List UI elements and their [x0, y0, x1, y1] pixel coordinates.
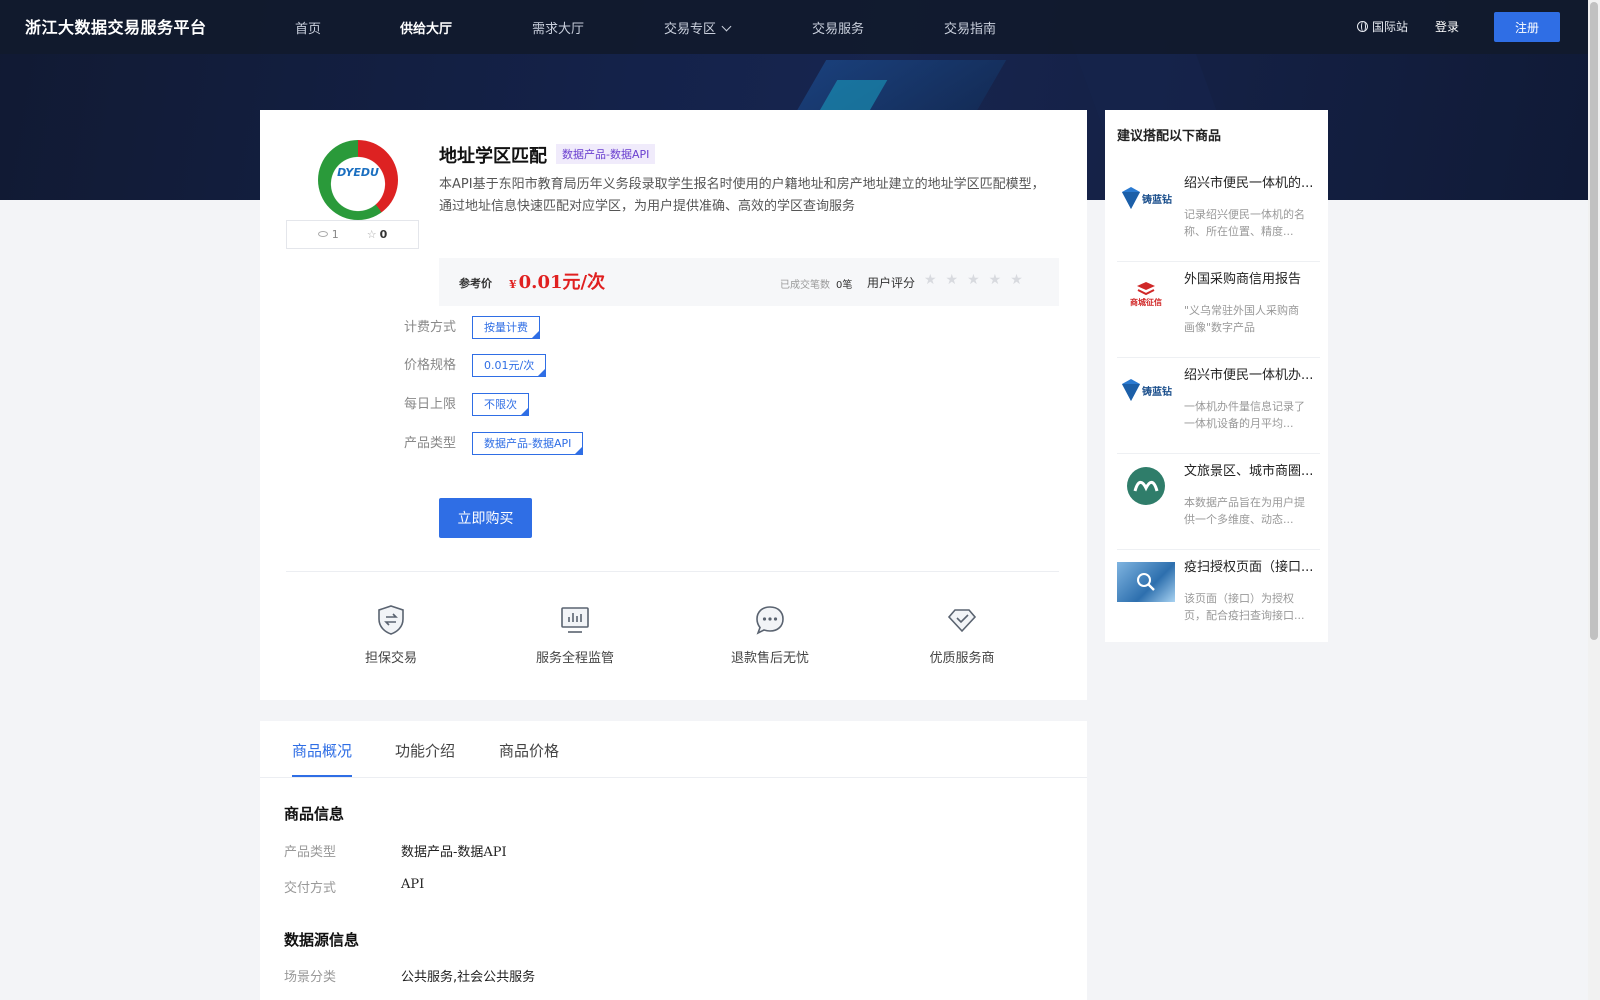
recommend-item-desc: 本数据产品旨在为用户提供一个多维度、动态... — [1184, 496, 1305, 526]
feature-refund-label: 退款售后无忧 — [730, 651, 809, 666]
diamond-logo-icon — [1122, 379, 1140, 401]
recommend-thumb-logo: 铸蓝钻 — [1117, 370, 1175, 410]
monitor-chart-icon — [561, 607, 589, 633]
feature-supervision: 服务全程监管 — [520, 603, 630, 666]
section-product-info-title: 商品信息 — [284, 805, 345, 823]
product-details-panel: 商品概况 功能介绍 商品价格 商品信息 产品类型 数据产品-数据API 交付方式… — [260, 721, 1087, 1000]
info-value-product-type: 数据产品-数据API — [401, 845, 507, 860]
chat-bubble-icon — [756, 606, 784, 635]
recommend-item-desc: "义乌常驻外国人采购商画像"数字产品 — [1184, 304, 1300, 334]
rating-stars[interactable]: ★★★★★ — [924, 272, 1032, 288]
view-count-value: 1 — [331, 228, 339, 241]
eye-icon — [317, 231, 328, 237]
intl-site-label: 国际站 — [1372, 20, 1409, 34]
favorite-count-value: 0 — [379, 228, 388, 241]
feature-guarantee-label: 担保交易 — [364, 651, 417, 666]
shield-exchange-icon — [378, 605, 404, 635]
recommend-thumb-logo: 商城征信 — [1117, 274, 1175, 314]
chevron-down-icon — [721, 21, 732, 32]
globe-icon — [1357, 21, 1368, 32]
tourism-logo-icon — [1127, 467, 1165, 505]
product-type-tag: 数据产品-数据API — [556, 144, 656, 164]
spec-option-price[interactable]: 0.01元/次 — [472, 354, 547, 377]
view-count: 1 — [317, 228, 339, 241]
buy-now-button[interactable]: 立即购买 — [439, 498, 532, 538]
recommend-title: 建议搭配以下商品 — [1117, 129, 1222, 144]
nav-supply-hall[interactable]: 供给大厅 — [400, 18, 452, 37]
rating-label: 用户评分 — [867, 276, 916, 290]
spec-label-billing: 计费方式 — [404, 320, 457, 335]
info-key-scene: 场景分类 — [284, 970, 337, 985]
product-logo — [318, 140, 398, 220]
recommend-item-desc: 记录绍兴便民一体机的名称、所在位置、精度... — [1184, 208, 1305, 238]
section-data-source-title: 数据源信息 — [284, 931, 360, 949]
recommend-thumb-logo — [1117, 466, 1175, 506]
spec-option-product-type[interactable]: 数据产品-数据API — [472, 432, 584, 455]
price-amount: 0.01元/次 — [518, 272, 606, 293]
favorite-count[interactable]: ☆ 0 — [367, 228, 388, 241]
price-label: 参考价 — [459, 277, 492, 290]
price-value: ¥0.01元/次 — [509, 268, 605, 294]
spec-label-daily-limit: 每日上限 — [404, 397, 457, 412]
nav-home[interactable]: 首页 — [295, 18, 321, 37]
tab-pricing[interactable]: 商品价格 — [499, 740, 559, 775]
recommend-item-desc: 该页面（接口）为授权页，配合疫扫查询接口... — [1184, 592, 1305, 622]
product-card: DYEDU 1 ☆ 0 地址学区匹配 数据产品-数据API 本API基于东阳市教育… — [260, 110, 1087, 700]
nav-trade-service[interactable]: 交易服务 — [812, 18, 864, 37]
recommend-logo-text: 商城征信 — [1130, 297, 1162, 307]
product-logo-text: DYEDU — [337, 166, 379, 179]
login-link[interactable]: 登录 — [1435, 18, 1459, 35]
nav-trade-guide[interactable]: 交易指南 — [944, 18, 996, 37]
diamond-logo-icon — [1122, 187, 1140, 209]
magnifier-icon — [1137, 573, 1155, 591]
recommend-logo-text: 铸蓝钻 — [1142, 386, 1172, 398]
info-key-delivery: 交付方式 — [284, 881, 337, 896]
register-button[interactable]: 注册 — [1494, 12, 1560, 42]
price-bar: 参考价 ¥0.01元/次 已成交笔数 0笔 用户评分 ★★★★★ — [439, 258, 1059, 306]
diamond-check-icon — [947, 609, 977, 633]
product-stats: 1 ☆ 0 — [286, 220, 419, 249]
recommend-item[interactable]: 铸蓝钻 绍兴市便民一体机的... 记录绍兴便民一体机的名称、所在位置、精度... — [1117, 172, 1320, 262]
recommend-item-desc: 一体机办件量信息记录了一体机设备的月平均... — [1184, 400, 1305, 430]
recommend-item[interactable]: 文旅景区、城市商圈... 本数据产品旨在为用户提供一个多维度、动态... — [1117, 460, 1320, 550]
recommend-item[interactable]: 商城征信 外国采购商信用报告 "义乌常驻外国人采购商画像"数字产品 — [1117, 268, 1320, 358]
feature-supervision-label: 服务全程监管 — [535, 651, 614, 666]
brand-logo[interactable]: 浙江大数据交易服务平台 — [25, 14, 207, 38]
recommend-logo-text: 铸蓝钻 — [1142, 194, 1172, 206]
recommend-panel: 建议搭配以下商品 铸蓝钻 绍兴市便民一体机的... 记录绍兴便民一体机的名称、所… — [1105, 110, 1328, 642]
recommend-item[interactable]: 铸蓝钻 绍兴市便民一体机办... 一体机办件量信息记录了一体机设备的月平均... — [1117, 364, 1320, 454]
feature-guarantee: 担保交易 — [346, 603, 436, 666]
nav-trade-zone[interactable]: 交易专区 — [664, 18, 732, 37]
spec-label-product-type: 产品类型 — [404, 436, 457, 451]
star-outline-icon: ☆ — [366, 228, 377, 241]
divider — [286, 571, 1059, 572]
tab-overview[interactable]: 商品概况 — [292, 740, 353, 777]
tab-divider — [260, 777, 1087, 778]
nav-trade-zone-label: 交易专区 — [664, 22, 717, 37]
feature-refund: 退款售后无忧 — [715, 603, 825, 666]
spec-label-price: 价格规格 — [404, 358, 457, 373]
page-scrollbar[interactable] — [1588, 0, 1600, 1000]
currency-symbol: ¥ — [509, 278, 517, 291]
info-value-delivery: API — [401, 877, 425, 892]
nav-demand-hall[interactable]: 需求大厅 — [532, 18, 584, 37]
tab-features[interactable]: 功能介绍 — [395, 740, 455, 775]
intl-site-link[interactable]: 国际站 — [1357, 18, 1408, 35]
top-navigation: 浙江大数据交易服务平台 首页 供给大厅 需求大厅 交易专区 交易服务 交易指南 … — [0, 0, 1600, 54]
feature-quality: 优质服务商 — [912, 603, 1012, 666]
info-value-scene: 公共服务,社会公共服务 — [401, 970, 536, 985]
recommend-item[interactable]: 疫扫授权页面（接口... 该页面（接口）为授权页，配合疫扫查询接口... — [1117, 556, 1320, 646]
recommend-thumb-image — [1117, 562, 1175, 602]
recommend-thumb-logo: 铸蓝钻 — [1117, 178, 1175, 218]
product-description: 本API基于东阳市教育局历年义务段录取学生报名时使用的户籍地址和房产地址建立的地… — [439, 177, 1045, 214]
product-title: 地址学区匹配 — [439, 146, 547, 167]
scrollbar-thumb[interactable] — [1590, 2, 1598, 640]
deal-count-value: 0笔 — [836, 280, 853, 291]
info-key-product-type: 产品类型 — [284, 845, 337, 860]
spec-option-billing[interactable]: 按量计费 — [472, 316, 540, 339]
deal-count-label: 已成交笔数 — [780, 280, 830, 291]
feature-quality-label: 优质服务商 — [929, 651, 995, 666]
credit-logo-icon — [1137, 281, 1155, 295]
spec-option-daily-limit[interactable]: 不限次 — [472, 393, 529, 416]
